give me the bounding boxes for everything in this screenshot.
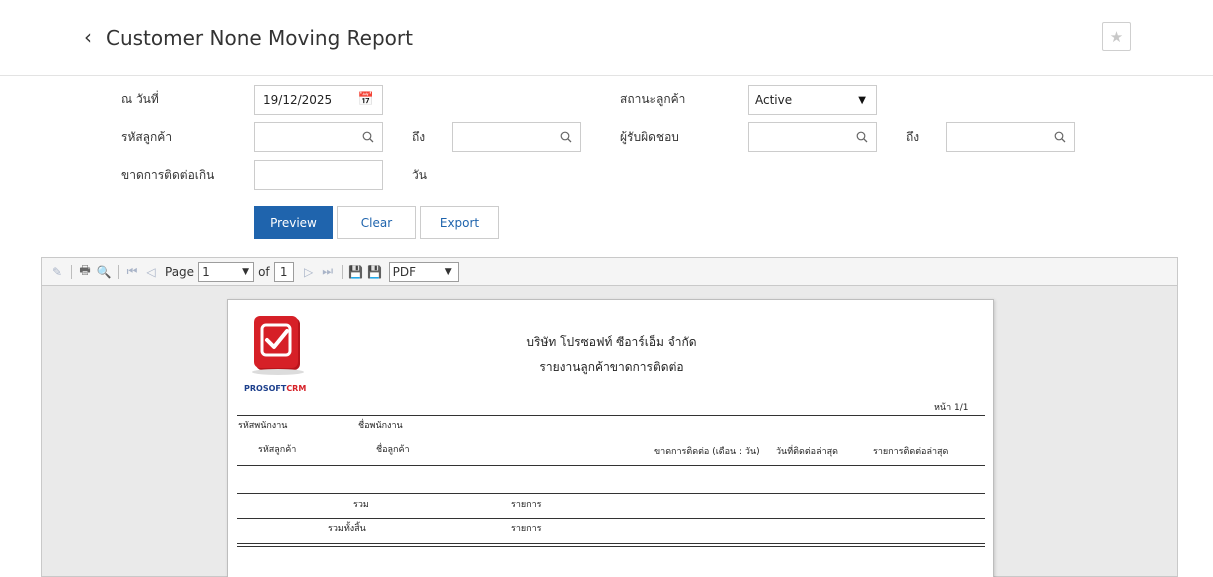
col-employee-name: ชื่อพนักงาน <box>358 421 403 431</box>
total-pages-value: 1 <box>279 264 288 279</box>
of-label: of <box>258 264 270 279</box>
star-icon: ★ <box>1109 27 1124 46</box>
logo-text-crm: CRM <box>286 384 307 393</box>
customer-status-value: Active <box>755 93 793 107</box>
col-customer-code: รหัสลูกค้า <box>258 445 297 455</box>
customer-status-label: สถานะลูกค้า <box>620 92 686 106</box>
first-page-icon[interactable]: ⏮ <box>123 263 141 281</box>
as-of-date-label: ณ วันที่ <box>121 92 159 106</box>
export-button[interactable]: Export <box>420 206 499 239</box>
report-toolbar: ✎ 🖶 🔍 ⏮ ◁ Page 1 ▼ of 1 ▷ ⏭ 💾 💾 PDF ▼ <box>42 258 1177 286</box>
as-of-date-input[interactable]: 19/12/2025 📅 <box>254 85 383 115</box>
print-icon[interactable]: 🖶 <box>76 263 94 281</box>
pencil-icon[interactable]: ✎ <box>48 263 66 281</box>
search-icon[interactable] <box>362 131 374 143</box>
save-icon[interactable]: 💾 <box>347 263 365 281</box>
export-format-value: PDF <box>392 264 417 279</box>
report-body-line <box>237 493 985 494</box>
page-title: Customer None Moving Report <box>106 26 413 50</box>
col-customer-name: ชื่อลูกค้า <box>376 445 410 455</box>
previous-page-icon[interactable]: ◁ <box>142 263 160 281</box>
as-of-date-value: 19/12/2025 <box>263 93 333 107</box>
report-title: รายงานลูกค้าขาดการติดต่อ <box>539 360 684 374</box>
chevron-down-icon: ▼ <box>858 95 866 106</box>
report-company-name: บริษัท โปรซอฟท์ ซีอาร์เอ็ม จำกัด <box>526 335 697 349</box>
report-viewer: ✎ 🖶 🔍 ⏮ ◁ Page 1 ▼ of 1 ▷ ⏭ 💾 💾 PDF ▼ PR… <box>41 257 1178 577</box>
report-total-line-top <box>237 543 985 544</box>
subtotal-unit: รายการ <box>511 500 542 510</box>
report-column-line <box>237 465 985 466</box>
grand-total-label: รวมทั้งสิ้น <box>328 524 366 534</box>
subtotal-label: รวม <box>353 500 369 510</box>
to-label: ถึง <box>412 130 426 144</box>
logo-text: PROSOFTCRM <box>244 384 306 393</box>
toolbar-divider <box>341 264 343 279</box>
prosoft-crm-logo: PROSOFTCRM <box>242 312 322 394</box>
customer-code-to-input[interactable] <box>452 122 581 152</box>
search-icon[interactable] <box>856 131 868 143</box>
logo-text-prosoft: PROSOFT <box>244 384 287 393</box>
col-no-contact-duration: ขาดการติดต่อ (เดือน : วัน) <box>654 447 760 457</box>
export-format-select[interactable]: PDF ▼ <box>388 261 459 282</box>
report-total-line-bottom <box>237 546 985 547</box>
col-last-contact-item: รายการติดต่อล่าสุด <box>873 447 949 457</box>
page-select[interactable]: 1 ▼ <box>198 261 255 282</box>
days-unit-label: วัน <box>412 168 427 182</box>
search-icon[interactable] <box>560 131 572 143</box>
col-employee-code: รหัสพนักงาน <box>238 421 288 431</box>
toolbar-divider <box>118 264 119 279</box>
chevron-down-icon: ▼ <box>242 266 250 277</box>
no-contact-days-input[interactable] <box>254 160 383 190</box>
grand-total-unit: รายการ <box>511 524 542 534</box>
search-icon[interactable] <box>1054 131 1066 143</box>
customer-status-select[interactable]: Active ▼ <box>748 85 877 115</box>
owner-to-input[interactable] <box>946 122 1075 152</box>
preview-button[interactable]: Preview <box>254 206 333 239</box>
report-page-info: หน้า 1/1 <box>934 403 969 413</box>
customer-code-from-input[interactable] <box>254 122 383 152</box>
chevron-left-icon[interactable]: ‹ <box>84 27 92 47</box>
col-last-contact-date: วันที่ติดต่อล่าสุด <box>776 447 838 457</box>
print-preview-icon[interactable]: 🔍 <box>95 263 113 281</box>
page-select-value: 1 <box>202 264 210 279</box>
save-as-icon[interactable]: 💾 <box>366 263 384 281</box>
report-subtotal-line <box>237 518 985 519</box>
calendar-icon[interactable]: 📅 <box>358 93 374 107</box>
to-label: ถึง <box>906 130 920 144</box>
favorite-button[interactable]: ★ <box>1102 22 1131 51</box>
owner-from-input[interactable] <box>748 122 877 152</box>
page-label: Page <box>165 264 195 279</box>
clear-button[interactable]: Clear <box>337 206 416 239</box>
customer-code-label: รหัสลูกค้า <box>121 130 173 144</box>
no-contact-label: ขาดการติดต่อเกิน <box>121 168 215 182</box>
owner-label: ผู้รับผิดชอบ <box>620 130 679 144</box>
toolbar-divider <box>71 264 72 279</box>
chevron-down-icon: ▼ <box>444 266 452 277</box>
next-page-icon[interactable]: ▷ <box>300 263 318 281</box>
report-header-line <box>237 415 985 416</box>
total-pages-box: 1 <box>273 261 294 282</box>
last-page-icon[interactable]: ⏭ <box>319 263 337 281</box>
page-header: ‹ Customer None Moving Report ★ <box>0 0 1213 76</box>
report-page: PROSOFTCRM บริษัท โปรซอฟท์ ซีอาร์เอ็ม จำ… <box>227 299 994 577</box>
